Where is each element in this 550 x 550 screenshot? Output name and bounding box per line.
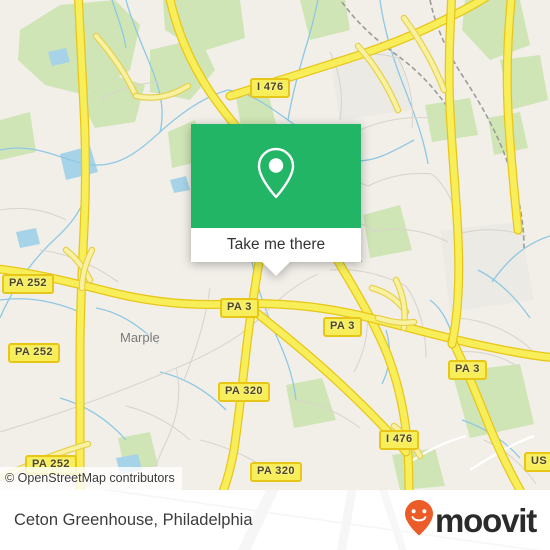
moovit-wordmark: moovit <box>435 501 537 539</box>
take-me-there-button[interactable]: Take me there <box>191 228 361 262</box>
take-me-there-label: Take me there <box>226 236 326 253</box>
road-shield: PA 320 <box>218 382 270 402</box>
road-shield: PA 3 <box>323 317 362 337</box>
map-canvas[interactable]: .landuse-green { fill:#cfe5b5; } .landus… <box>0 0 550 490</box>
callout-pointer-tail <box>262 262 290 276</box>
road-shield: I 476 <box>250 78 291 98</box>
map-pin-icon <box>253 145 299 208</box>
road-shield: I 476 <box>379 430 420 450</box>
road-shield: US 1 <box>524 452 550 472</box>
moovit-smiley-pin-icon <box>404 499 434 542</box>
moovit-map-screen: .landuse-green { fill:#cfe5b5; } .landus… <box>0 0 550 550</box>
road-shield: PA 3 <box>448 360 487 380</box>
road-shield: PA 3 <box>220 298 259 318</box>
place-label-marple: Marple <box>120 330 160 345</box>
map-attribution[interactable]: © OpenStreetMap contributors <box>0 467 182 490</box>
venue-title: Ceton Greenhouse, Philadelphia <box>14 510 253 529</box>
bottom-info-bar: Ceton Greenhouse, Philadelphia moovit <box>0 490 550 550</box>
moovit-brand[interactable]: moovit <box>404 499 537 542</box>
location-callout-card[interactable]: Take me there <box>191 124 361 276</box>
road-shield: PA 252 <box>2 274 54 294</box>
callout-pin-area <box>191 124 361 228</box>
road-shield: PA 252 <box>8 343 60 363</box>
road-shield: PA 320 <box>250 462 302 482</box>
